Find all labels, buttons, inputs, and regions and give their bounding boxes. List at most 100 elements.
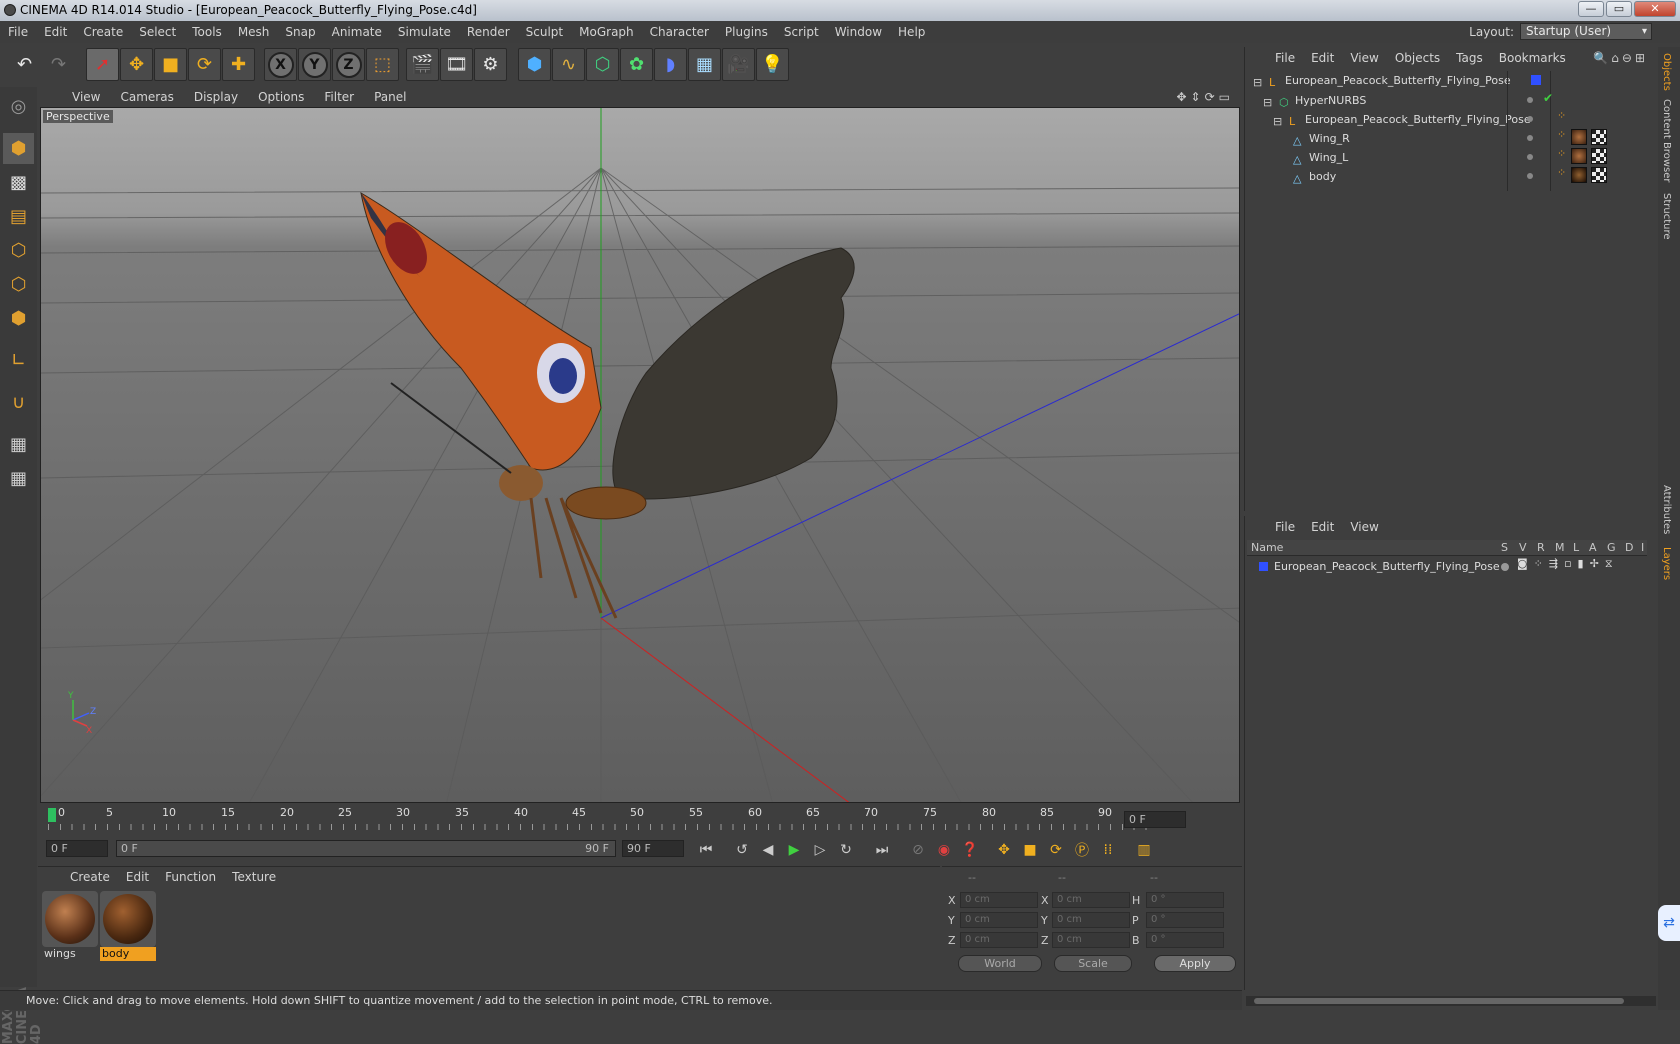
key-position-icon[interactable]: ✥ [992, 839, 1016, 861]
deformer-bend-icon[interactable]: ◗ [654, 48, 687, 81]
cube-primitive-icon[interactable]: ⬢ [518, 48, 551, 81]
viewport-menu-filter[interactable]: Filter [314, 90, 364, 104]
objects-menu-objects[interactable]: Objects [1387, 51, 1448, 65]
menu-create[interactable]: Create [75, 25, 131, 39]
material-tag-icon[interactable] [1571, 167, 1587, 183]
phong-tag-icon[interactable]: ⁘ [1557, 166, 1566, 179]
viewport-menu-options[interactable]: Options [248, 90, 314, 104]
current-frame-field[interactable]: 0 F [1124, 811, 1186, 828]
tab-content-browser[interactable]: Content Browser [1661, 99, 1672, 182]
layer-toggle-icons[interactable]: ◙⁘⇶▫▮✢⧖ [1517, 557, 1619, 571]
object-tree-item[interactable]: △ Wing_R [1293, 129, 1593, 149]
key-rotation-icon[interactable]: ⟳ [1044, 839, 1068, 861]
material-menu-create[interactable]: Create [62, 870, 118, 884]
position-y-field[interactable]: 0 cm [960, 912, 1038, 928]
edges-mode-icon[interactable]: ⬡ [3, 269, 34, 300]
spline-pen-icon[interactable]: ∿ [552, 48, 585, 81]
position-z-field[interactable]: 0 cm [960, 932, 1038, 948]
keyframe-selection-icon[interactable]: ❓ [958, 839, 982, 861]
menu-animate[interactable]: Animate [324, 25, 390, 39]
layers-menu-edit[interactable]: Edit [1303, 520, 1342, 534]
uvw-tag-icon[interactable] [1591, 129, 1607, 145]
timeline-window-icon[interactable]: ▥ [1132, 839, 1156, 861]
teamviewer-icon[interactable]: ⇄ [1658, 905, 1680, 941]
menu-snap[interactable]: Snap [277, 25, 323, 39]
layer-solo-toggle[interactable] [1501, 563, 1509, 571]
key-pla-icon[interactable]: ⁞⁞ [1096, 839, 1120, 861]
object-tree-item[interactable]: ⊟ L European_Peacock_Butterfly_Flying_Pose [1253, 71, 1553, 91]
menu-window[interactable]: Window [827, 25, 890, 39]
material-wings[interactable]: wings [42, 891, 98, 963]
layer-color-swatch[interactable] [1531, 75, 1541, 85]
rotation-b-field[interactable]: 0 ° [1146, 932, 1224, 948]
timeline-ruler[interactable]: 0 5 10 15 20 25 30 35 40 45 50 55 60 65 … [38, 806, 1242, 834]
z-axis-lock-icon[interactable]: Z [332, 48, 365, 81]
coordinate-space-dropdown[interactable]: World [958, 955, 1042, 972]
uvw-tag-icon[interactable] [1591, 148, 1607, 164]
rotation-h-field[interactable]: 0 ° [1146, 892, 1224, 908]
render-picture-viewer-icon[interactable]: 🎞 [440, 48, 473, 81]
workplane-mode-icon[interactable]: ▤ [3, 201, 34, 232]
go-to-end-icon[interactable]: ⏭ [870, 839, 894, 861]
array-cloner-icon[interactable]: ✿ [620, 48, 653, 81]
workplane-lock-icon[interactable]: ▦ [3, 429, 34, 460]
uvw-tag-icon[interactable] [1591, 167, 1607, 183]
object-manager-search-icons[interactable]: 🔍⌂⊖⊞ [1593, 51, 1648, 65]
maximize-button[interactable]: ▭ [1606, 1, 1632, 17]
material-menu-function[interactable]: Function [157, 870, 224, 884]
scale-tool-icon[interactable]: ■ [154, 48, 187, 81]
size-z-field[interactable]: 0 cm [1052, 932, 1130, 948]
menu-file[interactable]: File [0, 25, 36, 39]
layout-dropdown[interactable]: Startup (User) [1520, 23, 1652, 40]
timeline-playhead[interactable] [48, 808, 56, 822]
next-keyframe-icon[interactable]: ↻ [834, 839, 858, 861]
x-axis-lock-icon[interactable]: X [264, 48, 297, 81]
menu-script[interactable]: Script [776, 25, 827, 39]
render-view-icon[interactable]: 🎬 [406, 48, 439, 81]
render-settings-icon[interactable]: ⚙ [474, 48, 507, 81]
visibility-dot[interactable] [1527, 116, 1533, 122]
visibility-dot[interactable] [1527, 154, 1533, 160]
previous-keyframe-icon[interactable]: ↺ [730, 839, 754, 861]
texture-mode-icon[interactable]: ▩ [3, 167, 34, 198]
tab-objects[interactable]: Objects [1661, 53, 1672, 91]
points-mode-icon[interactable]: ⬡ [3, 235, 34, 266]
viewport-menu-display[interactable]: Display [184, 90, 248, 104]
record-keys-icon[interactable]: ⊘ [906, 839, 930, 861]
menu-mesh[interactable]: Mesh [230, 25, 278, 39]
snap-settings-icon[interactable]: ▦ [3, 463, 34, 494]
previous-frame-icon[interactable]: ◀ [756, 839, 780, 861]
coordinate-system-icon[interactable]: ⬚ [366, 48, 399, 81]
minimize-button[interactable]: — [1578, 1, 1604, 17]
recent-tool-icon[interactable]: ✚ [222, 48, 255, 81]
viewport-menu-panel[interactable]: Panel [364, 90, 416, 104]
menu-tools[interactable]: Tools [184, 25, 230, 39]
object-tree-item[interactable]: △ Wing_L [1293, 148, 1593, 168]
frame-range-slider[interactable]: 0 F 90 F [116, 840, 616, 857]
light-bulb-icon[interactable]: 💡 [756, 48, 789, 81]
start-frame-field[interactable]: 0 F [46, 840, 108, 857]
phong-tag-icon[interactable]: ⁘ [1557, 109, 1566, 122]
rotate-tool-icon[interactable]: ⟳ [188, 48, 221, 81]
nurbs-generator-icon[interactable]: ⬡ [586, 48, 619, 81]
apply-button[interactable]: Apply [1154, 955, 1236, 972]
objects-menu-file[interactable]: File [1267, 51, 1303, 65]
object-tree-item[interactable]: ⊟ ⬡ HyperNURBS [1263, 91, 1563, 111]
menu-simulate[interactable]: Simulate [390, 25, 459, 39]
objects-menu-view[interactable]: View [1342, 51, 1386, 65]
end-frame-field[interactable]: 90 F [622, 840, 684, 857]
phong-tag-icon[interactable]: ⁘ [1557, 128, 1566, 141]
menu-render[interactable]: Render [459, 25, 518, 39]
autokey-icon[interactable]: ◉ [932, 839, 956, 861]
layers-menu-view[interactable]: View [1342, 520, 1386, 534]
position-x-field[interactable]: 0 cm [960, 892, 1038, 908]
material-menu-texture[interactable]: Texture [224, 870, 284, 884]
viewport-menu-cameras[interactable]: Cameras [110, 90, 183, 104]
viewport-navigation-icons[interactable]: ✥⇕⟳▭ [1176, 90, 1234, 104]
redo-icon[interactable]: ↷ [42, 48, 75, 81]
phong-tag-icon[interactable]: ⁘ [1557, 147, 1566, 160]
material-tag-icon[interactable] [1571, 129, 1587, 145]
visibility-dot[interactable] [1527, 135, 1533, 141]
make-editable-icon[interactable]: ◎ [3, 91, 34, 122]
perspective-viewport[interactable]: Y Z X Perspective [40, 107, 1240, 803]
